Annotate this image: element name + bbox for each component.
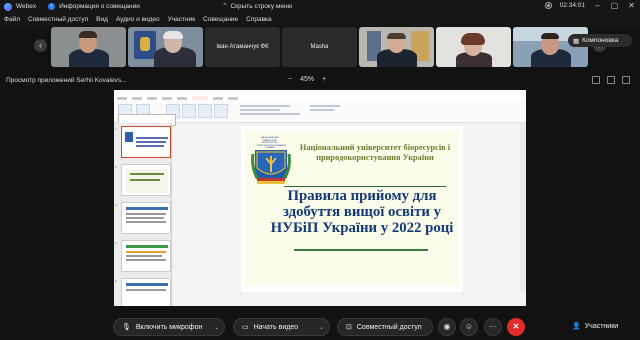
chevron-down-icon[interactable]: ⌄ — [214, 324, 219, 331]
slide-scrollbar[interactable] — [520, 123, 526, 293]
webex-logo-icon — [4, 2, 12, 11]
info-icon[interactable]: i — [48, 3, 56, 10]
shared-powerpoint-window[interactable]: 1 2 3 4 5 НАЦІОНАЛЬНИЙ УНІВЕРСИТЕТ БІОРЕ… — [114, 90, 526, 306]
participant-tile-2[interactable] — [128, 27, 203, 67]
recording-icon — [544, 2, 552, 9]
participant-tile-5[interactable] — [359, 27, 434, 67]
slide-divider-top — [284, 186, 446, 187]
unmute-button[interactable]: 🎙 Включить микрофон ⌄ — [113, 318, 225, 336]
app-name: Webex — [16, 3, 37, 10]
more-icon: ··· — [489, 322, 497, 331]
meeting-controls: 🎙 Включить микрофон ⌄ ▭ Начать видео ⌄ ⊡… — [0, 312, 640, 340]
leave-meeting-button[interactable]: ✕ — [507, 318, 525, 336]
university-emblem: НАЦІОНАЛЬНИЙ УНІВЕРСИТЕТ БІОРЕСУРСІВ І П… — [249, 134, 294, 190]
chevron-up-icon: ⌃ — [222, 3, 228, 10]
popout-icon[interactable] — [622, 76, 630, 84]
slide-thumbnails: 1 2 3 4 5 — [114, 123, 172, 306]
share-toolbar: Просмотр приложений Serhii Kovalevs... −… — [0, 74, 640, 88]
minimize-icon[interactable]: – — [593, 1, 602, 10]
share-button[interactable]: ⊡ Совместный доступ — [337, 318, 433, 336]
menu-meeting[interactable]: Совещание — [203, 16, 238, 23]
hide-menu-label: Скрыть строку меню — [230, 2, 293, 10]
meeting-info-link[interactable]: Информация о совещании — [59, 3, 140, 10]
menu-file[interactable]: Файл — [4, 16, 20, 23]
zoom-out-button[interactable]: − — [288, 76, 292, 83]
participant-name: Іван Атаманчук ФК — [216, 44, 269, 50]
slide-thumbnail[interactable] — [121, 240, 171, 272]
title-bar: Webex i Информация о совещании ⌃ Скрыть … — [0, 0, 640, 13]
menu-audio-video[interactable]: Аудио и видео — [116, 16, 160, 23]
participants-label: Участники — [584, 322, 619, 330]
slide-canvas[interactable]: НАЦІОНАЛЬНИЙ УНІВЕРСИТЕТ БІОРЕСУРСІВ І П… — [241, 126, 463, 292]
video-off-icon: ▭ — [242, 324, 249, 331]
close-icon[interactable]: ✕ — [627, 1, 636, 10]
record-icon: ◉ — [443, 322, 451, 331]
participants-button[interactable]: 👤 Участники — [572, 322, 619, 331]
chevron-left-icon[interactable]: ‹ — [34, 39, 47, 52]
meeting-timer: 02:34:01 — [559, 2, 585, 9]
hide-menu-button[interactable]: ⌃ Скрыть строку меню — [222, 2, 293, 11]
chevron-down-icon[interactable]: ⌄ — [319, 324, 324, 331]
record-button[interactable]: ◉ — [438, 318, 456, 336]
start-video-button[interactable]: ▭ Начать видео ⌄ — [233, 318, 330, 336]
layout-label: Компоновка — [582, 37, 619, 44]
more-button[interactable]: ··· — [484, 318, 502, 336]
participant-name: Masha — [310, 44, 329, 50]
menu-view[interactable]: Вид — [96, 16, 108, 23]
participant-tile-6[interactable] — [436, 27, 511, 67]
menu-help[interactable]: Справка — [246, 16, 272, 23]
share-screen-icon: ⊡ — [346, 324, 352, 331]
mic-off-icon: 🎙 — [122, 324, 131, 331]
zoom-control: − 45% + — [288, 76, 326, 83]
slide-title: Правила прийому для здобуття вищої освіт… — [270, 188, 454, 236]
shared-content-title: Просмотр приложений Serhii Kovalevs... — [6, 77, 127, 84]
reactions-button[interactable]: ☺ — [460, 318, 478, 336]
unmute-label: Включить микрофон — [135, 323, 203, 331]
emblem-caption: НАЦІОНАЛЬНИЙ УНІВЕРСИТЕТ БІОРЕСУРСІВ І П… — [257, 137, 286, 150]
slide-divider-bottom — [294, 249, 428, 251]
participant-strip: ‹ Іван Атаманчук ФК Masha ▦ Компоновка — [0, 26, 640, 70]
close-icon: ✕ — [512, 322, 520, 331]
zoom-level: 45% — [300, 76, 315, 83]
maximize-icon[interactable]: ▢ — [610, 1, 619, 10]
layout-grid-icon: ▦ — [573, 37, 580, 45]
smiley-icon: ☺ — [464, 322, 474, 331]
participant-tile-4[interactable]: Masha — [282, 27, 357, 67]
participant-tile-3[interactable]: Іван Атаманчук ФК — [205, 27, 280, 67]
zoom-in-button[interactable]: + — [322, 76, 326, 83]
share-label: Совместный доступ — [356, 323, 422, 331]
annotate-icon[interactable] — [592, 76, 600, 84]
slide-thumbnail[interactable] — [121, 164, 171, 196]
slide-university-name: Національний університет біоресурсів і п… — [299, 143, 451, 162]
start-video-label: Начать видео — [253, 323, 299, 331]
layout-button[interactable]: ▦ Компоновка — [568, 34, 632, 47]
slide-thumbnail[interactable] — [121, 202, 171, 234]
slide-thumbnail[interactable] — [121, 126, 171, 158]
slide-thumbnail[interactable] — [121, 278, 171, 306]
people-icon: 👤 — [572, 323, 581, 330]
slide-notes-pane[interactable] — [173, 295, 526, 306]
fullscreen-icon[interactable] — [607, 76, 615, 84]
menu-sharing[interactable]: Совместный доступ — [28, 16, 88, 23]
participant-tile-7[interactable] — [513, 27, 588, 67]
menu-bar: Файл Совместный доступ Вид Аудио и видео… — [0, 13, 640, 26]
slide-background: НАЦІОНАЛЬНИЙ УНІВЕРСИТЕТ БІОРЕСУРСІВ І П… — [246, 131, 458, 285]
menu-participant[interactable]: Участник — [168, 16, 195, 23]
participant-tile-1[interactable] — [51, 27, 126, 67]
